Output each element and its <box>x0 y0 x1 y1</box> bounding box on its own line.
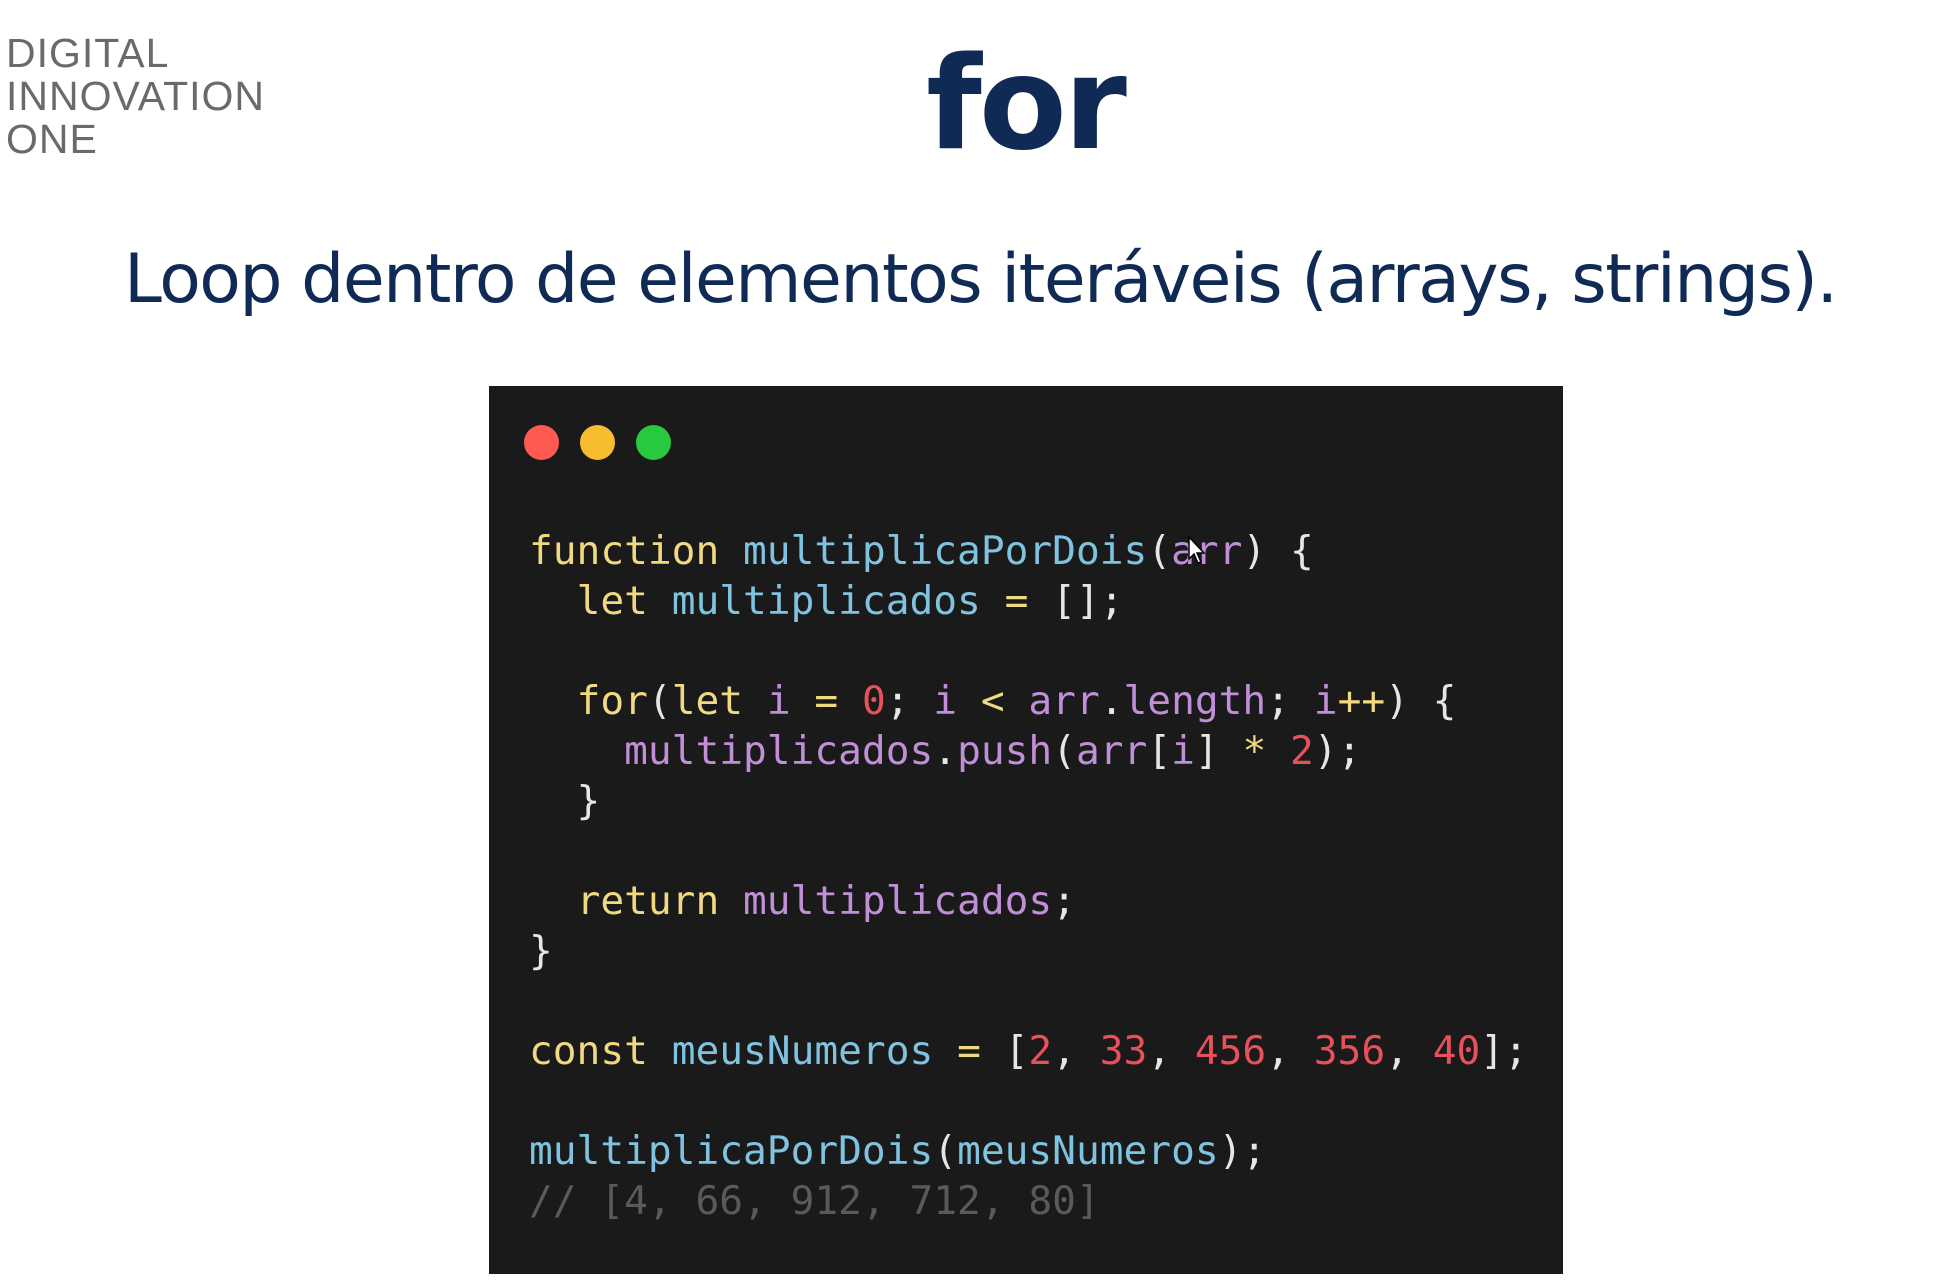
code-variable: i <box>1171 728 1195 774</box>
code-variable: i <box>933 678 958 724</box>
code-keyword: const <box>529 1028 648 1074</box>
maximize-dot-icon <box>636 425 671 460</box>
slide-subtitle: Loop dentro de elementos iteráveis (arra… <box>124 240 1838 319</box>
code-variable: i <box>766 678 791 724</box>
code-variable: arr <box>1028 678 1100 724</box>
code-keyword: let <box>671 678 744 724</box>
close-dot-icon <box>524 425 559 460</box>
code-method: push <box>957 728 1053 774</box>
code-number: 40 <box>1432 1028 1481 1074</box>
code-comment: // [4, 66, 912, 712, 80] <box>529 1178 1100 1224</box>
code-number: 33 <box>1099 1028 1148 1074</box>
slide-title: for <box>926 30 1127 179</box>
code-number: 456 <box>1194 1028 1267 1074</box>
code-variable: multiplicados <box>671 578 981 624</box>
mouse-cursor-icon <box>1188 535 1206 564</box>
code-number: 2 <box>1290 728 1314 774</box>
code-keyword: let <box>576 578 648 624</box>
minimize-dot-icon <box>580 425 615 460</box>
code-number: 2 <box>1028 1028 1053 1074</box>
code-variable: meusNumeros <box>957 1128 1219 1174</box>
code-property: length <box>1123 678 1267 724</box>
code-variable: meusNumeros <box>671 1028 934 1074</box>
code-keyword: return <box>576 878 720 924</box>
code-function-name: multiplicaPorDois <box>743 528 1148 574</box>
code-number: 0 <box>861 678 886 724</box>
code-variable: multiplicados <box>624 728 934 774</box>
code-keyword: function <box>529 528 720 574</box>
code-variable: multiplicados <box>743 878 1053 924</box>
code-variable: arr <box>1075 728 1148 774</box>
code-variable: i <box>1313 678 1338 724</box>
code-keyword: for <box>576 678 648 724</box>
code-function-name: multiplicaPorDois <box>529 1128 934 1174</box>
code-block: function multiplicaPorDois(arr) { let mu… <box>529 528 1528 1224</box>
code-window: function multiplicaPorDois(arr) { let mu… <box>489 386 1563 1274</box>
code-number: 356 <box>1313 1028 1386 1074</box>
window-controls <box>524 425 671 460</box>
